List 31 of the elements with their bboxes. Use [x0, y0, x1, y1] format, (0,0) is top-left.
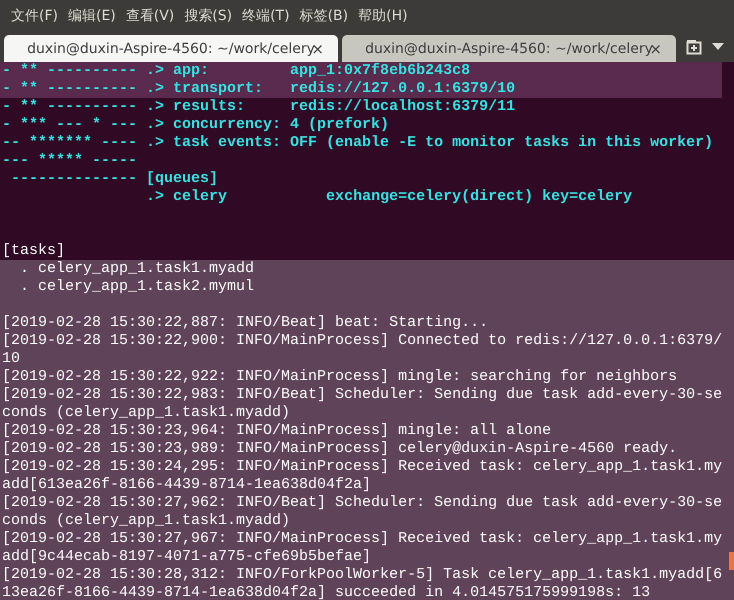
- menu-item[interactable]: 终端(T): [237, 7, 295, 25]
- terminal-line: . celery_app_1.task1.myadd: [19, 260, 256, 278]
- terminal-line: - *** --- * --- .> concurrency: 4 (prefork): [1, 116, 390, 134]
- terminal-line: -- ******* ---- .> task events: OFF (enable -E to monitor tasks in this worker): [1, 134, 714, 152]
- terminal-line: [2019-02-28 15:30:24,295: INFO/MainProcess] Received task: celery_app_1.task1.myadd[613ea26f-8166-4439-8714-1ea638d04f2a]: [1, 458, 722, 494]
- terminal-line: [2019-02-28 15:30:23,989: INFO/MainProcess] celery@duxin-Aspire-4560 ready.: [1, 440, 678, 458]
- terminal-line: --- ***** -----: [1, 152, 138, 170]
- menu-item[interactable]: 帮助(H): [353, 7, 413, 25]
- menu-item[interactable]: 查看(V): [120, 7, 180, 25]
- menu-item[interactable]: 搜索(S): [179, 7, 238, 25]
- terminal-line: [2019-02-28 15:30:27,962: INFO/Beat] Scheduler: Sending due task add-every-30-seconds (celery_app_1.task1.myadd): [1, 494, 722, 530]
- terminal-line: . celery_app_1.task2.mymul: [19, 278, 256, 296]
- terminal-line: [tasks]: [1, 242, 66, 260]
- terminal-line: [2019-02-28 15:30:27,967: INFO/MainProcess] Received task: celery_app_1.task1.myadd[9c44ecab-8197-4071-a775-cfe69b5befae]: [1, 530, 722, 566]
- terminal-line: [2019-02-28 15:30:23,964: INFO/MainProcess] mingle: all alone: [1, 422, 552, 440]
- terminal-tab[interactable]: duxin@duxin-Aspire-4560: ~/work/celery×: [4, 35, 338, 62]
- terminal-line: [2019-02-28 15:30:22,887: INFO/Beat] beat: Starting...: [1, 314, 490, 332]
- menu-item[interactable]: 文件(F): [6, 7, 63, 25]
- menu-item[interactable]: 编辑(E): [62, 7, 121, 25]
- scrollbar-thumb[interactable]: [729, 552, 734, 570]
- menu-item[interactable]: 标签(B): [294, 7, 354, 25]
- terminal-line: -------------- [queues]: [10, 170, 220, 188]
- terminal-line: - ** ---------- .> results: redis://localhost:6379/11: [1, 98, 516, 116]
- terminal-line: [2019-02-28 15:30:22,922: INFO/MainProcess] mingle: searching for neighbors: [1, 368, 678, 386]
- terminal-tab[interactable]: duxin@duxin-Aspire-4560: ~/work/celery×: [342, 35, 676, 62]
- terminal-line: [2019-02-28 15:30:28,312: INFO/ForkPoolWorker-5] Task celery_app_1.task1.myadd[613ea26f-8166-4439-8714-1ea638d04f2a] succeeded in 4.014575175999198s: 13: [1, 566, 722, 600]
- terminal-line: [2019-02-28 15:30:22,900: INFO/MainProcess] Connected to redis://127.0.0.1:6379/10: [1, 332, 722, 368]
- dropdown-caret-icon[interactable]: [712, 43, 724, 51]
- terminal-line: [2019-02-28 15:30:22,983: INFO/Beat] Scheduler: Sending due task add-every-30-seconds (celery_app_1.task1.myadd): [1, 386, 722, 422]
- new-tab-icon[interactable]: [686, 39, 702, 55]
- terminal-line: .> celery exchange=celery(direct) key=celery: [145, 188, 634, 206]
